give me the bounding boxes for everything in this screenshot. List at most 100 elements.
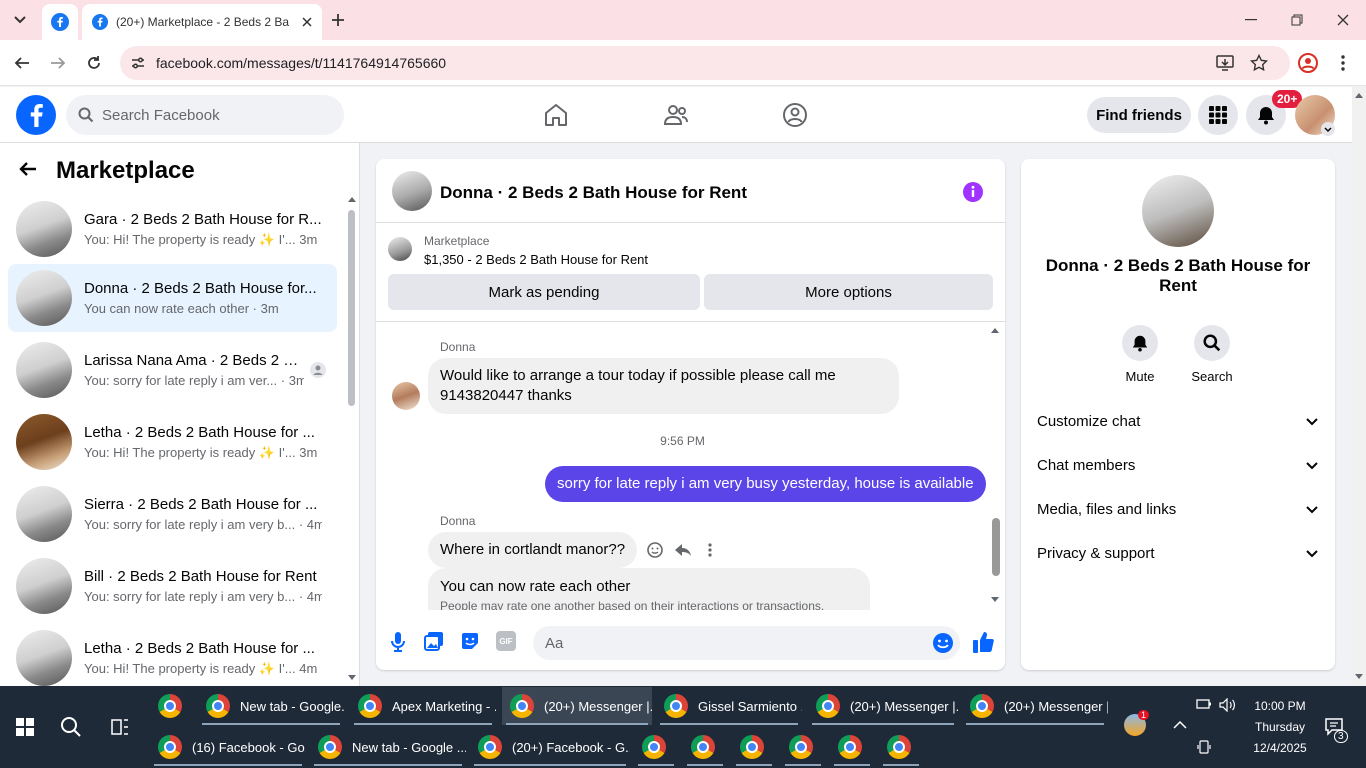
chat-avatar[interactable] [392,171,432,211]
taskbar-chrome-window[interactable] [879,728,923,766]
facebook-logo-icon[interactable] [16,95,56,135]
more-actions-icon[interactable] [706,541,714,559]
conversation-item[interactable]: Sierra · 2 Beds 2 Bath House for ... You… [8,480,337,548]
message-bubble-self[interactable]: sorry for late reply i am very busy yest… [545,466,986,502]
volume-icon[interactable] [1219,698,1237,712]
url-bar[interactable]: facebook.com/messages/t/1141764914765660 [120,46,1290,80]
device-icon[interactable] [1197,740,1211,754]
chrome-icon [664,694,688,718]
rating-notice: You can now rate each other People may r… [428,568,870,610]
conversation-preview: You: sorry for late reply i am very b...… [84,589,307,604]
conversation-name: Larissa Nana Ama · 2 Beds 2 B... [84,352,304,369]
search-icon[interactable] [60,716,82,738]
menu-button[interactable] [1198,95,1238,135]
close-icon[interactable] [302,17,312,27]
install-app-icon[interactable] [1216,54,1234,72]
conversation-name: Gara · 2 Beds 2 Bath House for R... [84,210,322,228]
media-files-links-section[interactable]: Media, files and links [1037,489,1319,529]
listing-title[interactable]: $1,350 - 2 Beds 2 Bath House for Rent [424,252,648,267]
back-button[interactable] [8,49,36,77]
reload-button[interactable] [80,49,108,77]
more-options-button[interactable]: More options [704,274,993,310]
windows-start-icon[interactable] [16,718,34,736]
info-icon[interactable] [962,181,984,203]
taskbar-chrome-window[interactable] [781,728,825,766]
taskbar-chrome-window[interactable] [830,728,874,766]
kebab-menu-icon[interactable] [1336,54,1350,72]
thumbs-up-icon[interactable] [972,630,994,654]
scroll-down-icon[interactable] [1354,673,1364,681]
microphone-icon[interactable] [390,631,406,653]
chrome-icon [970,694,994,718]
scroll-up-icon[interactable] [990,326,1000,334]
scroll-up-icon[interactable] [1354,91,1364,99]
conversation-item[interactable]: Gara · 2 Beds 2 Bath House for R... You:… [8,195,337,263]
chevron-down-icon[interactable] [1321,122,1335,136]
arrow-left-icon[interactable] [18,159,38,179]
taskbar-chrome-window[interactable]: New tab - Google ... [310,728,466,766]
tab-search-button[interactable] [6,6,34,34]
arrow-right-icon [51,57,66,69]
new-tab-button[interactable] [326,8,350,32]
privacy-support-section[interactable]: Privacy & support [1037,533,1319,573]
taskbar-chrome-window[interactable]: New tab - Google... [198,687,344,725]
star-icon[interactable] [1250,54,1268,72]
conversation-item-active[interactable]: Donna · 2 Beds 2 Bath House for... You c… [8,264,337,332]
mark-as-pending-button[interactable]: Mark as pending [388,274,700,310]
friends-nav-button[interactable] [660,99,692,131]
sticker-icon[interactable] [460,631,480,651]
facebook-search-input[interactable]: Search Facebook [66,95,344,135]
message-input[interactable]: Aa [533,626,960,660]
react-emoji-icon[interactable] [646,541,664,559]
profile-icon[interactable] [1297,52,1319,74]
restore-button[interactable] [1274,6,1320,34]
find-friends-button[interactable]: Find friends [1087,97,1191,133]
page-scrollbar[interactable] [1352,87,1366,686]
minimize-button[interactable] [1228,6,1274,34]
sidebar-scrollbar-thumb[interactable] [348,210,355,406]
forward-button[interactable] [44,49,72,77]
taskbar-chrome-window[interactable]: Gissel Sarmiento ... [656,687,802,725]
scroll-down-icon[interactable] [347,674,357,682]
taskbar-chrome-window-active[interactable]: (20+) Messenger |... [502,687,652,725]
scroll-down-icon[interactable] [990,596,1000,604]
window-close-button[interactable] [1320,6,1366,34]
mute-button[interactable]: Mute [1110,325,1170,384]
chevron-up-icon[interactable] [1172,720,1188,730]
messages-scrollbar-thumb[interactable] [992,518,1000,576]
chat-members-section[interactable]: Chat members [1037,445,1319,485]
conversation-item[interactable]: Larissa Nana Ama · 2 Beds 2 B... You: so… [8,336,337,404]
site-settings-icon[interactable] [130,55,146,71]
taskbar-chrome-window[interactable]: (16) Facebook - Go... [150,728,306,766]
taskbar-chrome-window[interactable]: (20+) Facebook - G... [470,728,630,766]
message-bubble[interactable]: Would like to arrange a tour today if po… [428,358,899,414]
message-bubble[interactable]: Where in cortlandt manor?? [428,532,638,568]
task-view-icon[interactable] [110,717,130,737]
conversation-item[interactable]: Letha · 2 Beds 2 Bath House for ... You:… [8,624,337,686]
conversation-avatar-large[interactable] [1142,175,1214,247]
conversation-item[interactable]: Bill · 2 Beds 2 Bath House for Rent You:… [8,552,337,620]
chat-title[interactable]: Donna · 2 Beds 2 Bath House for Rent [440,183,747,203]
search-in-conversation-button[interactable]: Search [1182,325,1242,384]
reply-icon[interactable] [674,541,692,559]
taskbar-chrome-window[interactable]: (20+) Messenger |... [808,687,958,725]
emoji-icon[interactable] [932,632,954,654]
battery-icon[interactable] [1196,698,1212,710]
taskbar-chrome-window[interactable] [732,728,776,766]
customize-chat-section[interactable]: Customize chat [1037,401,1319,441]
groups-nav-button[interactable] [779,99,811,131]
scroll-up-icon[interactable] [347,195,357,203]
taskbar-chrome-window[interactable] [683,728,727,766]
taskbar-chrome-window[interactable]: Apex Marketing - ... [350,687,496,725]
gif-icon[interactable]: GIF [496,631,516,651]
active-tab[interactable]: (20+) Marketplace - 2 Beds 2 Ba [82,4,322,40]
conversation-time: 3m [288,373,304,388]
pinned-tab-facebook[interactable] [42,4,78,40]
taskbar-chrome-window[interactable]: (20+) Messenger |... [962,687,1108,725]
system-clock[interactable]: 10:00 PM Thursday 12/4/2025 [1244,696,1316,759]
taskbar-chrome-window[interactable] [634,728,678,766]
taskbar-chrome-window[interactable] [150,687,194,725]
conversation-item[interactable]: Letha · 2 Beds 2 Bath House for ... You:… [8,408,337,476]
photo-icon[interactable] [424,631,444,651]
home-nav-button[interactable] [540,99,572,131]
